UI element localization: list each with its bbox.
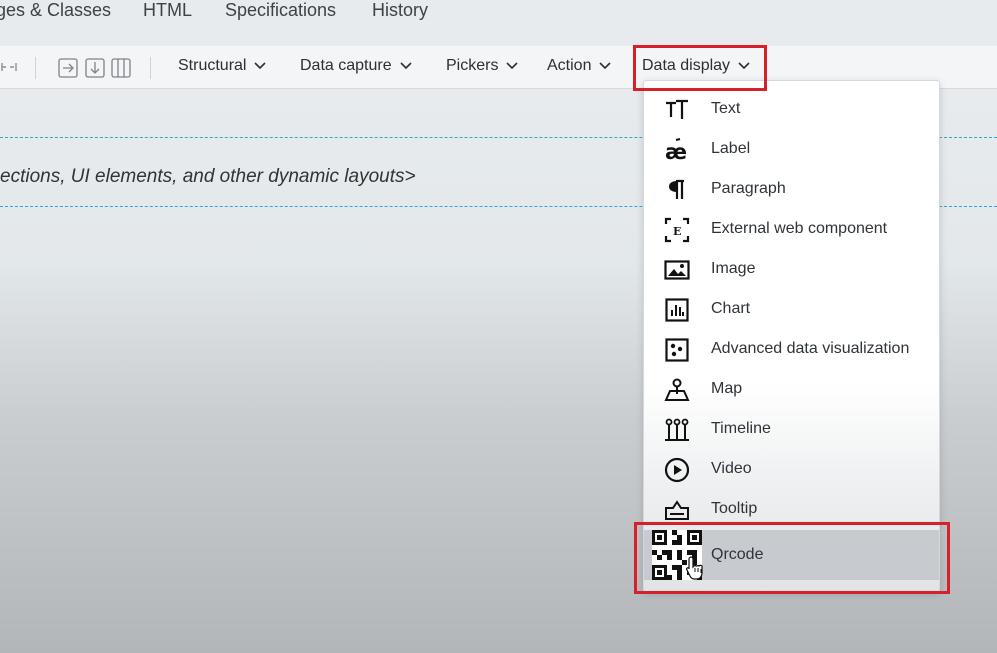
tab-pages-classes[interactable]: ges & Classes	[0, 0, 111, 21]
move-down-icon[interactable]	[85, 58, 105, 83]
chevron-down-icon	[506, 62, 519, 70]
menu-item-label: Map	[711, 380, 743, 397]
highlight-qrcode-item	[634, 522, 950, 594]
external-component-icon: E	[663, 217, 691, 243]
text-icon	[663, 97, 691, 123]
highlight-data-display-menu	[633, 45, 767, 91]
data-visualization-icon	[663, 337, 691, 363]
toolbar-divider	[150, 57, 151, 79]
collapse-icon[interactable]	[0, 60, 18, 79]
timeline-icon	[663, 417, 691, 443]
menu-item-label: Label	[711, 140, 751, 157]
menu-item-paragraph[interactable]: Paragraph	[644, 170, 939, 210]
menu-pickers-label: Pickers	[446, 57, 499, 74]
region-placeholder-text: ections, UI elements, and other dynamic …	[0, 166, 416, 187]
menu-item-label: External web component	[711, 220, 888, 237]
data-display-dropdown: Text æ Label Paragraph E External web co…	[643, 80, 940, 592]
menu-item-label: Chart	[711, 300, 751, 317]
menu-structural-label: Structural	[178, 57, 247, 74]
image-icon	[663, 257, 691, 283]
menu-pickers[interactable]: Pickers	[446, 57, 519, 75]
menu-item-video[interactable]: Video	[644, 450, 939, 490]
menu-item-timeline[interactable]: Timeline	[644, 410, 939, 450]
menu-action-label: Action	[547, 57, 592, 74]
menu-item-external-web-component[interactable]: E External web component	[644, 210, 939, 250]
menu-structural[interactable]: Structural	[178, 57, 267, 75]
menu-data-capture[interactable]: Data capture	[300, 57, 412, 75]
chevron-down-icon	[400, 62, 412, 70]
menu-item-label: Tooltip	[711, 500, 758, 517]
menu-item-label: Image	[711, 260, 756, 277]
menu-item-advanced-data-visualization[interactable]: Advanced data visualization	[644, 330, 939, 370]
label-icon: æ	[663, 137, 691, 163]
menu-item-label[interactable]: æ Label	[644, 130, 939, 170]
chart-icon	[663, 297, 691, 323]
move-right-icon[interactable]	[58, 58, 78, 83]
menu-item-map[interactable]: Map	[644, 370, 939, 410]
menu-item-label: Timeline	[711, 420, 771, 437]
menu-item-text[interactable]: Text	[644, 90, 939, 130]
menu-item-label: Advanced data visualization	[711, 340, 910, 357]
menu-item-chart[interactable]: Chart	[644, 290, 939, 330]
map-icon	[663, 377, 691, 403]
paragraph-icon	[663, 177, 691, 203]
menu-item-image[interactable]: Image	[644, 250, 939, 290]
menu-action[interactable]: Action	[547, 57, 612, 75]
tab-html[interactable]: HTML	[143, 0, 192, 21]
tooltip-icon	[663, 497, 691, 523]
menu-item-label: Paragraph	[711, 180, 786, 197]
menu-item-label: Text	[711, 100, 741, 117]
chevron-down-icon	[254, 62, 267, 70]
columns-icon[interactable]	[111, 58, 131, 83]
top-tab-bar: ges & Classes HTML Specifications Histor…	[0, 0, 997, 46]
video-icon	[663, 457, 691, 483]
menu-data-capture-label: Data capture	[300, 57, 392, 74]
tab-history[interactable]: History	[372, 0, 428, 21]
svg-text:E: E	[673, 225, 681, 238]
toolbar-divider	[35, 57, 36, 79]
svg-text:æ: æ	[665, 140, 687, 162]
chevron-down-icon	[599, 62, 612, 70]
tab-specifications[interactable]: Specifications	[225, 0, 336, 21]
menu-item-label: Video	[711, 460, 752, 477]
